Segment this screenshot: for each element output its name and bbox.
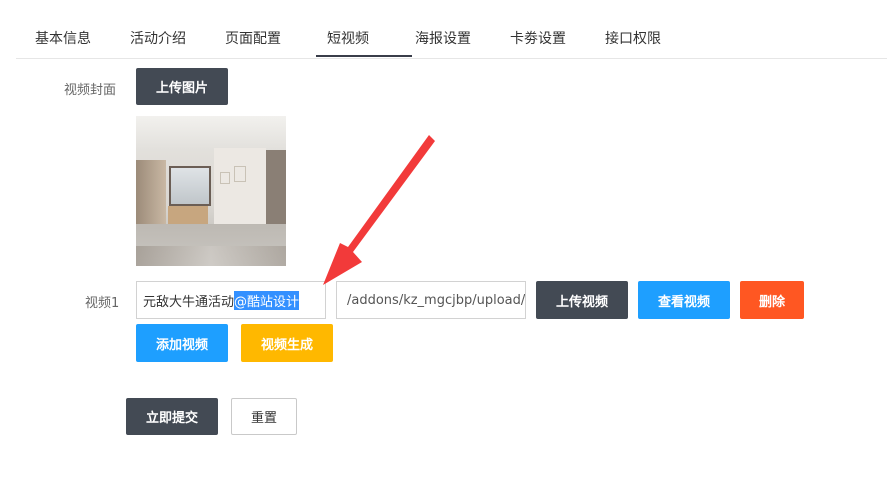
tab-api-permissions[interactable]: 接口权限 [605, 28, 661, 48]
reset-button[interactable]: 重置 [231, 398, 297, 435]
tab-poster-settings[interactable]: 海报设置 [415, 28, 471, 48]
tab-activity-intro[interactable]: 活动介绍 [130, 28, 186, 48]
tab-bar: 基本信息 活动介绍 页面配置 短视频 海报设置 卡劵设置 接口权限 [16, 0, 887, 59]
video-title-text: 元敌大牛通活动 [143, 294, 235, 310]
cover-image [136, 116, 286, 266]
view-video-button[interactable]: 查看视频 [638, 281, 730, 319]
video-title-input[interactable]: 元敌大牛通活动 @酷站设计 [136, 281, 326, 319]
submit-button[interactable]: 立即提交 [126, 398, 218, 435]
upload-video-button[interactable]: 上传视频 [536, 281, 628, 319]
video-url-text: /addons/kz_mgcjbp/upload/2 [347, 292, 526, 308]
tab-basic-info[interactable]: 基本信息 [35, 28, 91, 48]
video-url-input[interactable]: /addons/kz_mgcjbp/upload/2 [336, 281, 526, 319]
active-tab-indicator [316, 55, 412, 57]
generate-video-button[interactable]: 视频生成 [241, 324, 333, 362]
add-video-button[interactable]: 添加视频 [136, 324, 228, 362]
tab-coupon-settings[interactable]: 卡劵设置 [510, 28, 566, 48]
video1-label: 视频1 [85, 296, 120, 311]
cover-label: 视频封面 [64, 83, 117, 98]
video-title-selected-text: @酷站设计 [234, 290, 300, 310]
delete-video-button[interactable]: 删除 [740, 281, 804, 319]
tab-page-config[interactable]: 页面配置 [225, 28, 281, 48]
upload-image-button[interactable]: 上传图片 [136, 68, 228, 105]
tab-short-video[interactable]: 短视频 [327, 28, 369, 48]
